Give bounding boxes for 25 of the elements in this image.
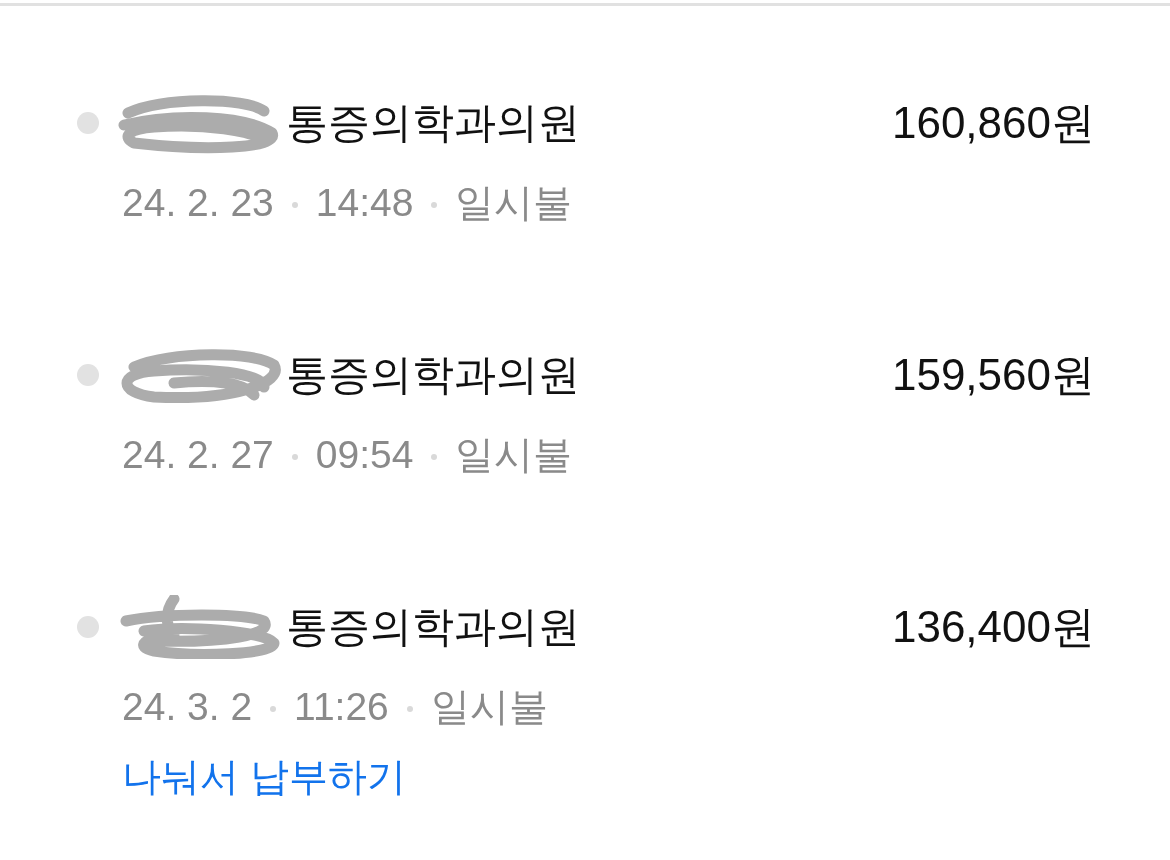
bullet-dot-icon xyxy=(77,364,99,386)
date: 24. 2. 23 xyxy=(122,180,274,226)
time: 11:26 xyxy=(294,684,389,730)
separator-dot-icon xyxy=(406,706,413,712)
amount: 160,860원 xyxy=(891,97,1095,149)
time: 14:48 xyxy=(315,180,414,226)
separator-dot-icon xyxy=(291,454,298,460)
separator-dot-icon xyxy=(431,202,438,208)
payment-type: 일시불 xyxy=(430,684,548,730)
payment-type: 일시불 xyxy=(455,432,573,478)
merchant-name: 통증의학과의원 xyxy=(286,350,580,400)
time: 09:54 xyxy=(315,432,414,478)
merchant-name: 통증의학과의원 xyxy=(286,602,580,652)
merchant-name: 통증의학과의원 xyxy=(286,98,580,148)
separator-dot-icon xyxy=(270,706,277,712)
separator-dot-icon xyxy=(431,454,438,460)
amount: 159,560원 xyxy=(891,349,1095,401)
separator-dot-icon xyxy=(291,202,298,208)
payment-type: 일시불 xyxy=(455,180,573,226)
bullet-dot-icon xyxy=(77,112,99,134)
date: 24. 2. 27 xyxy=(122,432,274,478)
installment-link[interactable]: 나눠서 납부하기 xyxy=(122,752,406,802)
date: 24. 3. 2 xyxy=(122,684,253,730)
amount: 136,400원 xyxy=(891,601,1095,653)
bullet-dot-icon xyxy=(77,616,99,638)
